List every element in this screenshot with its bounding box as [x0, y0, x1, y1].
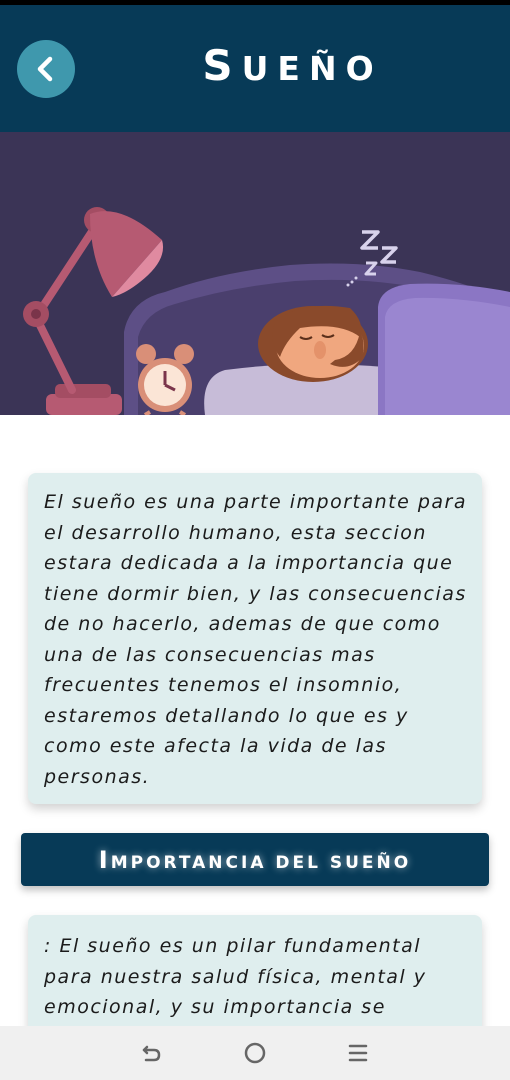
hero-illustration — [0, 132, 510, 415]
nav-recents-button[interactable] — [338, 1033, 378, 1073]
system-nav-bar — [0, 1026, 510, 1080]
recents-menu-icon — [349, 1044, 368, 1062]
app-header: SUEÑO — [0, 5, 510, 132]
nav-back-button[interactable] — [132, 1033, 172, 1073]
section-header-importancia[interactable]: IMPORTANCIA DEL SUEÑO — [21, 833, 489, 886]
importance-text: : El sueño es un pilar fundamental para … — [44, 935, 427, 1018]
home-circle-icon — [244, 1042, 266, 1064]
back-button[interactable] — [17, 40, 75, 98]
back-gesture-icon — [142, 1045, 160, 1062]
chevron-left-icon — [37, 56, 53, 82]
intro-text: El sueño es una parte importante para el… — [44, 491, 468, 788]
intro-card: El sueño es una parte importante para el… — [28, 473, 482, 804]
section-title: IMPORTANCIA DEL SUEÑO — [98, 845, 412, 874]
page-title: SUEÑO — [202, 41, 383, 90]
sleeping-man — [258, 305, 368, 382]
nav-home-button[interactable] — [235, 1033, 275, 1073]
